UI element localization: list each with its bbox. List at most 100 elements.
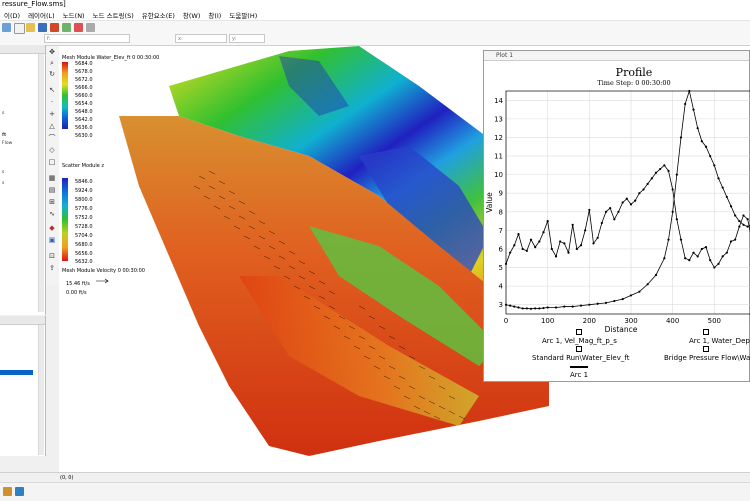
menu-item-layer[interactable]: 레이어(L) xyxy=(26,10,57,20)
run-icon[interactable] xyxy=(50,23,59,32)
x-tick-label: 0 xyxy=(504,317,508,325)
pan-icon[interactable]: ✥ xyxy=(48,48,56,56)
marker-icon[interactable]: ◆ xyxy=(48,224,56,232)
dataset-icon[interactable]: ⊡ xyxy=(48,252,56,260)
arc-icon[interactable]: ⌒ xyxy=(48,134,56,142)
export-icon[interactable]: ⇪ xyxy=(48,264,56,272)
data-point xyxy=(513,305,516,308)
data-point xyxy=(684,257,687,260)
data-point xyxy=(638,290,641,293)
data-point xyxy=(613,218,616,221)
rect-select-icon[interactable]: □ xyxy=(48,158,56,166)
legend-label: 5800.0 xyxy=(75,197,93,203)
tree-item[interactable]: s xyxy=(2,181,4,186)
legend-marker-vel xyxy=(576,329,582,335)
menu-item-window[interactable]: 창(W) xyxy=(181,10,202,20)
data-point xyxy=(525,307,528,310)
data-point xyxy=(721,255,724,258)
taskbar xyxy=(0,482,750,501)
legend-label: 5660.0 xyxy=(75,93,93,99)
element-icon[interactable]: △ xyxy=(48,122,56,130)
data-point xyxy=(542,231,545,234)
table-icon[interactable]: ▣ xyxy=(48,236,56,244)
data-point xyxy=(550,247,553,251)
frame-icon[interactable] xyxy=(74,23,83,32)
data-point xyxy=(596,302,599,305)
legend-marker-depth xyxy=(703,329,709,335)
menu-item-help[interactable]: 도움말(H) xyxy=(227,10,259,20)
data-point xyxy=(704,145,708,148)
open-folder-icon[interactable] xyxy=(26,23,35,32)
legend-label: 5680.0 xyxy=(75,242,93,248)
data-point xyxy=(517,232,520,236)
legend-label: 5642.0 xyxy=(75,117,93,123)
menu-item-node[interactable]: 노드(N) xyxy=(61,10,87,20)
y-tick-label: 3 xyxy=(499,301,503,309)
x-label: x: xyxy=(178,36,183,42)
node-icon[interactable]: · xyxy=(48,98,56,106)
data-point xyxy=(604,210,608,213)
rotate-icon[interactable]: ↻ xyxy=(48,70,56,78)
polygon-icon[interactable]: ◇ xyxy=(48,146,56,154)
tree-item[interactable]: s xyxy=(2,170,4,175)
data-point xyxy=(596,236,599,239)
data-point xyxy=(613,299,616,303)
zoom-icon[interactable] xyxy=(2,23,11,32)
data-point xyxy=(546,306,549,309)
data-point xyxy=(725,195,728,199)
new-file-icon[interactable] xyxy=(14,23,25,34)
f-field[interactable]: f: xyxy=(44,34,130,43)
data-point xyxy=(579,244,583,247)
data-point xyxy=(629,203,633,206)
app-icon-2[interactable] xyxy=(15,487,24,496)
legend-label: 5728.0 xyxy=(75,224,93,230)
explorer-scrollbar[interactable] xyxy=(38,54,44,312)
plot-window[interactable]: Plot 1 Profile Time Step: 0 00:30:00 345… xyxy=(483,50,750,382)
data-point xyxy=(621,298,624,301)
y-tick-label: 13 xyxy=(494,115,503,123)
layer-icon[interactable]: ▤ xyxy=(48,186,56,194)
data-point xyxy=(609,206,612,210)
data-point xyxy=(742,223,745,226)
tree-item[interactable]: s xyxy=(2,111,4,116)
data-point xyxy=(713,164,716,167)
app-icon[interactable] xyxy=(3,487,12,496)
tree-item[interactable]: Flow xyxy=(2,141,12,146)
data-point xyxy=(663,257,666,260)
x-field[interactable]: x: xyxy=(175,34,227,43)
tree-item[interactable]: ft xyxy=(2,133,6,138)
properties-scrollbar[interactable] xyxy=(38,325,44,455)
y-field[interactable]: y: xyxy=(229,34,265,43)
save-icon[interactable] xyxy=(38,23,47,32)
data-point xyxy=(634,199,637,202)
selected-row[interactable] xyxy=(0,370,33,375)
data-point xyxy=(721,186,724,189)
menu-item-element[interactable]: 유한요소(E) xyxy=(140,10,177,20)
data-point xyxy=(671,210,674,213)
zoom-icon[interactable]: ⌕ xyxy=(48,59,56,67)
data-point xyxy=(509,304,512,307)
data-point xyxy=(684,102,687,106)
menu-item-window2[interactable]: 창(I) xyxy=(206,10,223,20)
pipe-icon[interactable]: ∿ xyxy=(48,210,56,218)
data-point xyxy=(567,251,570,254)
legend-label: 5654.0 xyxy=(75,101,93,107)
cell-icon[interactable]: ⊞ xyxy=(48,198,56,206)
grid-icon[interactable]: ▦ xyxy=(48,174,56,182)
menu-item-display[interactable]: 이(D) xyxy=(2,10,22,20)
data-point xyxy=(671,188,674,191)
data-point xyxy=(563,305,566,308)
legend-label: 5684.0 xyxy=(75,61,93,67)
select-icon[interactable]: ↖ xyxy=(48,86,56,94)
data-point xyxy=(729,240,733,243)
node-create-icon[interactable]: + xyxy=(48,110,56,118)
data-point xyxy=(746,218,749,221)
x-axis-label: Distance xyxy=(605,325,638,334)
plot-title: Profile xyxy=(615,66,653,79)
series-line-0 xyxy=(505,164,750,269)
settings-icon[interactable] xyxy=(86,23,95,32)
menu-item-nodestring[interactable]: 노드 스트링(S) xyxy=(91,10,136,20)
refresh-icon[interactable] xyxy=(62,23,71,32)
data-point xyxy=(509,251,512,254)
data-point xyxy=(725,251,728,254)
